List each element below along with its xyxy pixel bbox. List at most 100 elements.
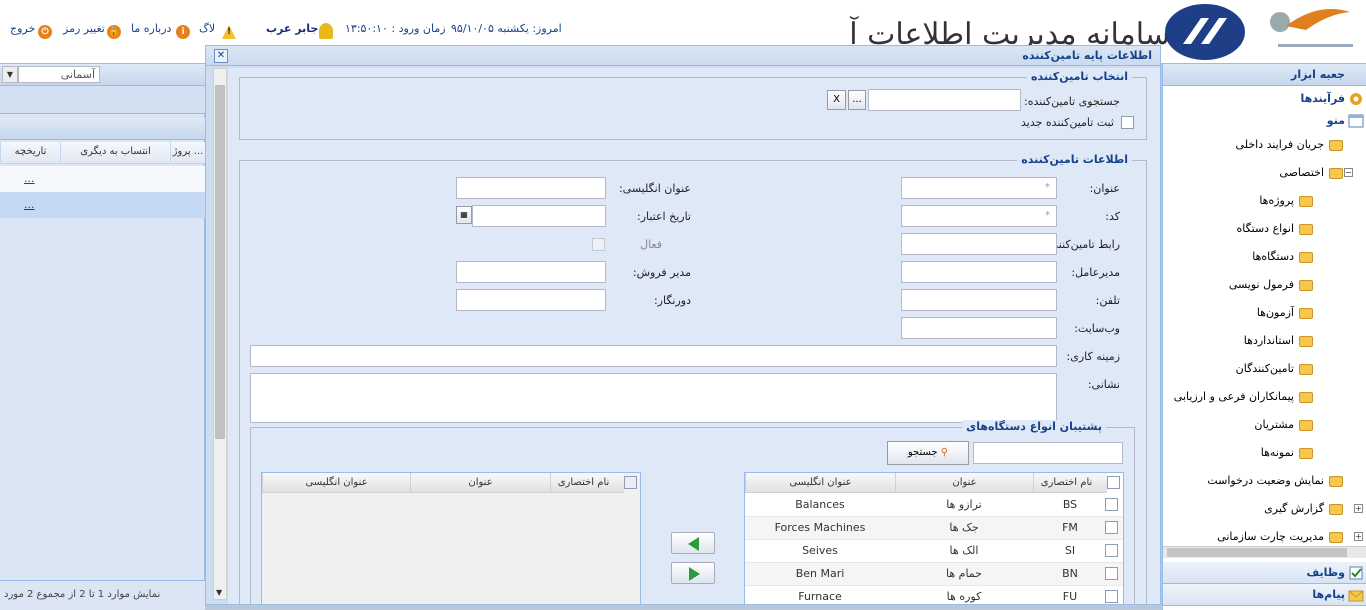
expand-icon[interactable]: + <box>1354 504 1363 513</box>
processes-item[interactable]: فرآیندها <box>1163 88 1366 110</box>
header-title[interactable]: عنوان <box>410 473 550 493</box>
about-link[interactable]: درباره ما <box>131 22 171 35</box>
ceo-input[interactable] <box>901 261 1057 283</box>
website-input[interactable] <box>901 317 1057 339</box>
chevron-down-icon[interactable]: ▼ <box>2 66 18 83</box>
validity-date-input[interactable] <box>472 205 606 227</box>
tree-item[interactable]: نمونه‌ها <box>1261 442 1313 464</box>
column-project[interactable]: پروژ ... <box>170 142 205 162</box>
tree-item[interactable]: جریان فرایند داخلی <box>1236 134 1343 156</box>
field-of-work-input[interactable] <box>250 345 1057 367</box>
change-password-link[interactable]: تغییر رمز <box>63 22 105 35</box>
tree-item[interactable]: فرمول نویسی <box>1229 274 1313 296</box>
clear-button[interactable]: X <box>827 90 846 110</box>
tree-item[interactable]: گزارش گیری <box>1264 498 1343 520</box>
tree-item[interactable]: انواع دستگاه <box>1236 218 1313 240</box>
header-abbreviation[interactable]: نام اختصاری <box>550 473 624 493</box>
table-row[interactable]: Balances ترازو ها BS <box>745 494 1123 517</box>
list-item[interactable]: ... <box>0 166 205 192</box>
tasks-item[interactable]: وظایف <box>1163 562 1366 584</box>
lock-icon[interactable]: 🔒 <box>107 25 121 39</box>
log-link[interactable]: لاگ <box>199 22 215 35</box>
warning-icon[interactable]: ! <box>222 25 236 39</box>
scroll-thumb[interactable] <box>215 85 225 439</box>
expand-icon[interactable]: + <box>1354 532 1363 541</box>
supplier-dialog: اطلاعات پایه تامین‌کننده ✕ ▼ انتخاب تامی… <box>205 45 1161 605</box>
tree-item[interactable]: استانداردها <box>1244 330 1313 352</box>
select-all-checkbox[interactable] <box>1107 476 1120 489</box>
validity-date-label: تاریخ اعتبار: <box>636 210 691 223</box>
row-checkbox[interactable] <box>1105 498 1118 511</box>
header-english-title[interactable]: عنوان انگلیسی <box>745 473 895 493</box>
header-abbreviation[interactable]: نام اختصاری <box>1033 473 1107 493</box>
new-supplier-checkbox[interactable] <box>1121 116 1134 129</box>
fax-input[interactable] <box>456 289 606 311</box>
table-row[interactable]: Ben Mari حمام ها BN <box>745 563 1123 586</box>
browse-button[interactable]: ... <box>848 90 866 110</box>
calendar-icon[interactable]: ▦ <box>456 206 472 224</box>
user-name: جابر عرب <box>266 22 319 35</box>
search-button[interactable]: جستجو ⚲ <box>887 441 969 465</box>
row-link[interactable]: ... <box>24 198 35 211</box>
row-checkbox[interactable] <box>1105 567 1118 580</box>
messages-item[interactable]: پیام‌ها <box>1163 584 1366 606</box>
info-icon[interactable]: i <box>176 25 190 39</box>
available-devices-grid: عنوان انگلیسی عنوان نام اختصاری Balances… <box>744 472 1124 604</box>
tree-item[interactable]: پیمانکاران فرعی و ارزیابی <box>1174 386 1313 408</box>
theme-select[interactable]: آسمانی <box>18 66 100 83</box>
search-icon: ⚲ <box>940 447 949 458</box>
horizontal-scrollbar[interactable] <box>1163 546 1366 558</box>
header-title[interactable]: عنوان <box>895 473 1033 493</box>
address-input[interactable] <box>250 373 1057 423</box>
tree-item[interactable]: مدیریت چارت سازمانی <box>1217 526 1343 548</box>
row-link[interactable]: ... <box>24 172 35 185</box>
move-left-button[interactable] <box>671 532 715 554</box>
tree-item[interactable]: آزمون‌ها <box>1257 302 1313 324</box>
sales-manager-input[interactable] <box>456 261 606 283</box>
row-checkbox[interactable] <box>1105 521 1118 534</box>
tree-item[interactable]: نمایش وضعیت درخواست <box>1207 470 1343 492</box>
select-all-checkbox[interactable] <box>624 476 637 489</box>
cell-title: کوره ها <box>946 590 982 603</box>
select-supplier-legend: انتخاب تامین‌کننده <box>1026 70 1132 83</box>
row-checkbox[interactable] <box>1105 544 1118 557</box>
active-checkbox[interactable] <box>592 238 605 251</box>
phone-input[interactable] <box>901 289 1057 311</box>
title-input[interactable]: * <box>901 177 1057 199</box>
folder-icon <box>1299 307 1313 319</box>
table-row[interactable]: Furnace کوره ها FU <box>745 586 1123 604</box>
column-assign[interactable]: انتساب به دیگری <box>60 142 170 162</box>
vertical-scrollbar[interactable]: ▼ <box>213 68 227 600</box>
tree-item[interactable]: تامین‌کنندگان <box>1236 358 1313 380</box>
english-title-input[interactable] <box>456 177 606 199</box>
list-item[interactable]: ... <box>0 192 205 218</box>
menu-item[interactable]: منو <box>1163 110 1366 132</box>
dialog-title-text: اطلاعات پایه تامین‌کننده <box>1022 49 1152 62</box>
collapse-icon[interactable]: − <box>1344 168 1353 177</box>
search-supplier-input[interactable] <box>868 89 1021 111</box>
move-right-button[interactable] <box>671 562 715 584</box>
column-history[interactable]: تاریخچه <box>0 142 60 162</box>
tasks-label: وظایف <box>1306 566 1345 579</box>
code-input[interactable]: * <box>901 205 1057 227</box>
exit-link[interactable]: خروج <box>10 22 35 35</box>
panel-header <box>0 86 205 114</box>
new-supplier-label: ثبت تامین‌کننده جدید <box>1021 116 1114 129</box>
menu-icon <box>1348 113 1364 129</box>
tree-item[interactable]: دستگاه‌ها <box>1252 246 1313 268</box>
close-icon[interactable]: ✕ <box>214 49 228 63</box>
device-search-input[interactable] <box>973 442 1123 464</box>
tree-item[interactable]: مشتریان <box>1254 414 1313 436</box>
table-row[interactable]: Seives الک ها SI <box>745 540 1123 563</box>
tree-item[interactable]: اختصاصی <box>1279 162 1343 184</box>
header-english-title[interactable]: عنوان انگلیسی <box>262 473 410 493</box>
fax-label: دورنگار: <box>653 294 691 307</box>
row-checkbox[interactable] <box>1105 590 1118 603</box>
tree-item[interactable]: پروژه‌ها <box>1259 190 1313 212</box>
power-icon[interactable]: ⏻ <box>38 25 52 39</box>
table-row[interactable]: Forces Machines جک ها FM <box>745 517 1123 540</box>
contact-input[interactable] <box>901 233 1057 255</box>
scroll-down-icon[interactable]: ▼ <box>216 588 222 597</box>
search-supplier-label: جستجوی تامین‌کننده: <box>1024 95 1120 108</box>
tree-item-label: نمونه‌ها <box>1260 446 1294 459</box>
